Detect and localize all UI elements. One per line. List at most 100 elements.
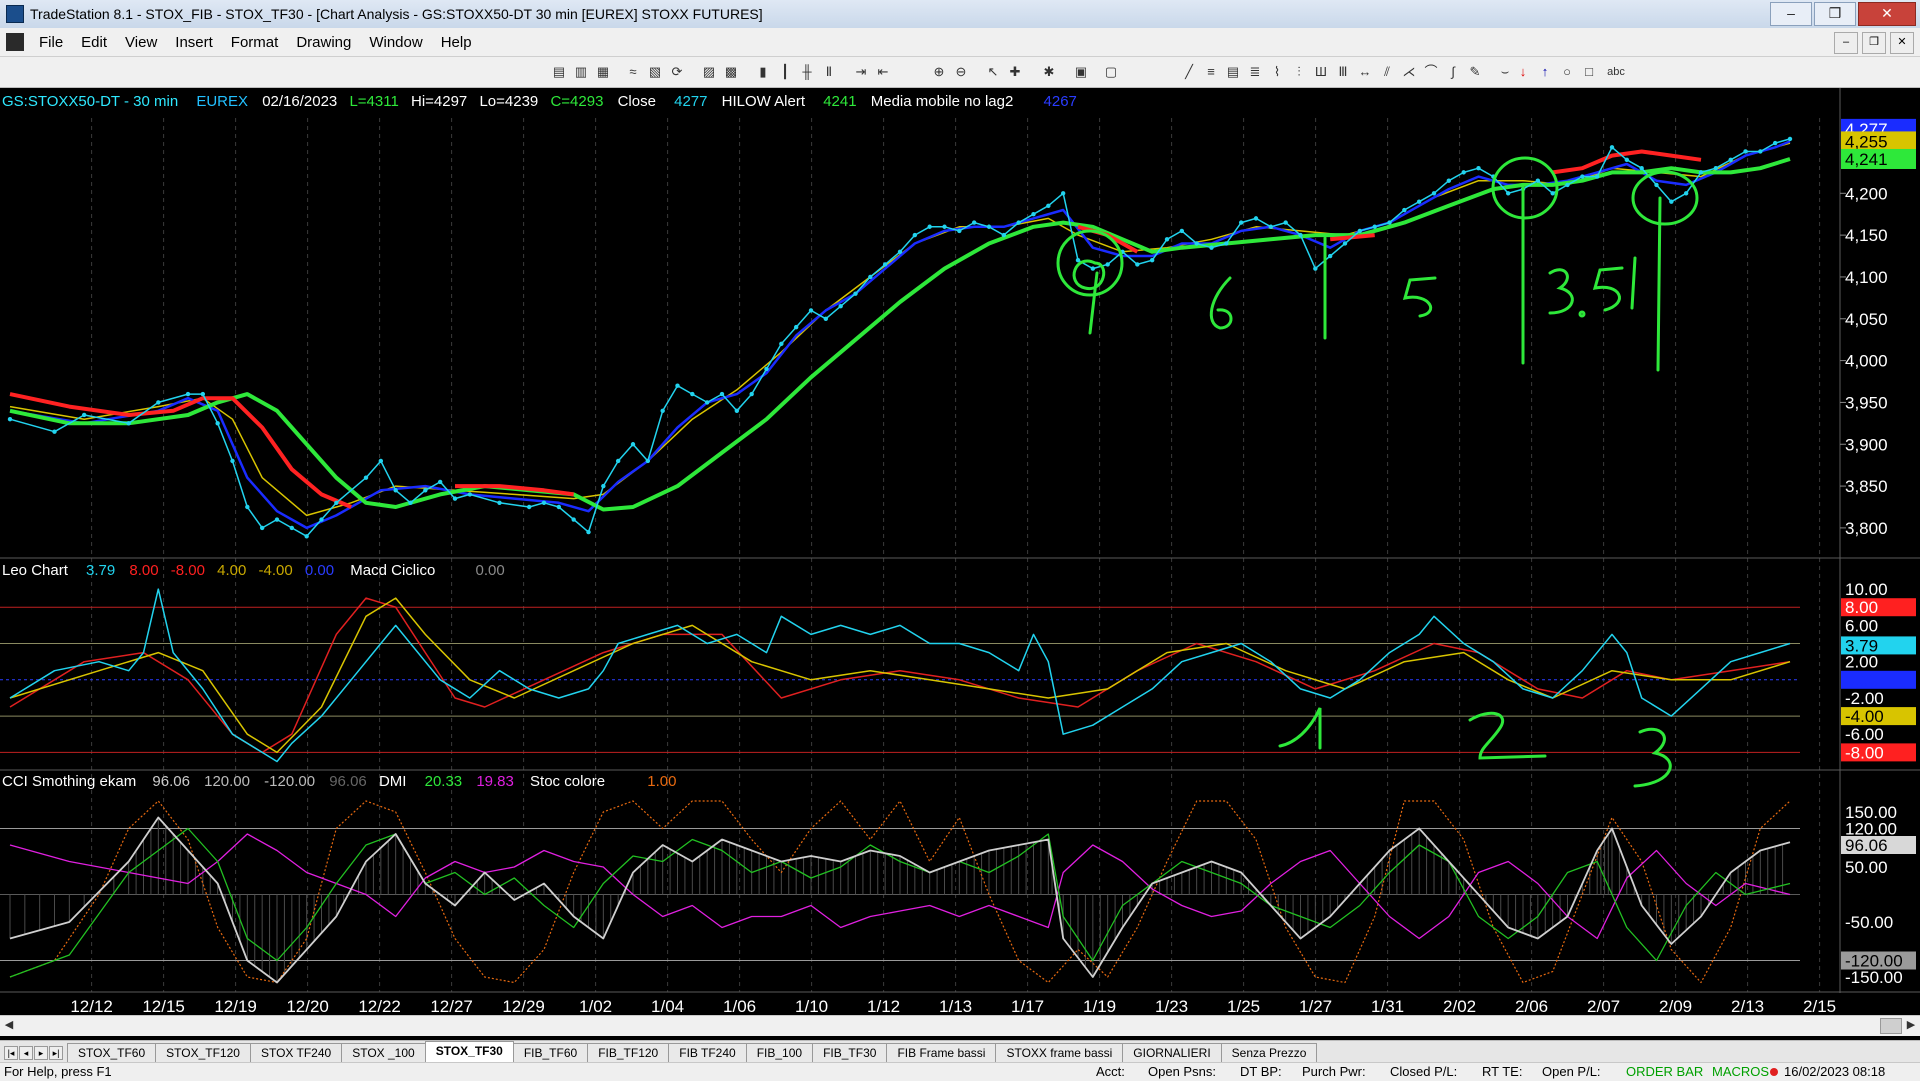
tab-fib-tf120[interactable]: FIB_TF120 bbox=[587, 1043, 670, 1062]
chart-svg[interactable]: GS:STOXX50-DT - 30 min EUREX 02/16/2023 … bbox=[0, 88, 1920, 1016]
refresh-icon[interactable]: ⟳ bbox=[668, 63, 686, 81]
crosshair-icon[interactable]: ✚ bbox=[1006, 63, 1024, 81]
point-figure-icon[interactable]: Ⅱ bbox=[820, 63, 838, 81]
menu-drawing[interactable]: Drawing bbox=[287, 34, 360, 51]
x-tick-label: 1/25 bbox=[1227, 997, 1260, 1015]
price-point bbox=[1683, 191, 1689, 196]
insert-analysis-icon[interactable]: ≈ bbox=[624, 63, 642, 81]
pencil-icon[interactable]: ✎ bbox=[1466, 63, 1484, 81]
scroll-left-icon[interactable]: ◀ bbox=[2, 1018, 16, 1032]
cci-header: CCI Smothing ekam 96.06 120.00 -120.00 9… bbox=[2, 773, 676, 790]
menu-help[interactable]: Help bbox=[432, 34, 481, 51]
menu-window[interactable]: Window bbox=[360, 34, 431, 51]
tab-fib-tf60[interactable]: FIB_TF60 bbox=[512, 1043, 589, 1062]
scroll-right-icon[interactable]: ▶ bbox=[1904, 1018, 1918, 1032]
alert-icon[interactable]: ▣ bbox=[1072, 63, 1090, 81]
leo-value-3: 4.00 bbox=[217, 562, 246, 579]
status-order-bar[interactable]: ORDER BAR bbox=[1626, 1063, 1703, 1081]
tab-stox-tf30[interactable]: STOX_TF30 bbox=[424, 1041, 514, 1062]
tab-stox-tf120[interactable]: STOX_TF120 bbox=[155, 1043, 251, 1062]
restore-button[interactable]: ❒ bbox=[1814, 2, 1856, 26]
freehand-icon[interactable]: ∫ bbox=[1444, 63, 1462, 81]
tab-next-icon[interactable]: ▸ bbox=[34, 1046, 48, 1060]
vertical-line-icon[interactable]: Ⅲ bbox=[1334, 63, 1352, 81]
tab-navigation: |◂ ◂ ▸ ▸| bbox=[4, 1046, 63, 1060]
menu-format[interactable]: Format bbox=[222, 34, 288, 51]
text-tool-icon[interactable]: ▤ bbox=[1224, 63, 1242, 81]
insert-strategy-icon[interactable]: ▧ bbox=[646, 63, 664, 81]
mdi-restore-button[interactable]: ❐ bbox=[1862, 32, 1886, 54]
channel-icon[interactable]: Ш bbox=[1312, 63, 1330, 81]
tab-stoxx-frame-bassi[interactable]: STOXX frame bassi bbox=[995, 1043, 1124, 1062]
mdi-minimize-button[interactable]: – bbox=[1834, 32, 1858, 54]
status-macros[interactable]: MACROS bbox=[1712, 1063, 1769, 1081]
menu-edit[interactable]: Edit bbox=[72, 34, 116, 51]
tab-first-icon[interactable]: |◂ bbox=[4, 1046, 18, 1060]
price-point bbox=[719, 391, 725, 397]
pointer-icon[interactable]: ↖ bbox=[984, 63, 1002, 81]
data-window-icon[interactable]: ▦ bbox=[594, 63, 612, 81]
tab-senza-prezzo[interactable]: Senza Prezzo bbox=[1220, 1043, 1318, 1062]
down-arrow-icon[interactable]: ↓ bbox=[1514, 63, 1532, 81]
chart-area[interactable]: GS:STOXX50-DT - 30 min EUREX 02/16/2023 … bbox=[0, 88, 1920, 1033]
zoom-out-icon[interactable]: ⊖ bbox=[952, 63, 970, 81]
horizontal-scrollbar[interactable]: ◀ ▶ bbox=[0, 1015, 1920, 1036]
speed-lines-icon[interactable]: ⋌ bbox=[1400, 63, 1418, 81]
tab-stox-tf240[interactable]: STOX TF240 bbox=[249, 1043, 343, 1062]
arrow-lr-icon[interactable]: ↔ bbox=[1356, 63, 1374, 81]
price-point bbox=[1001, 232, 1007, 238]
trendline-icon[interactable]: ╱ bbox=[1180, 63, 1198, 81]
candlestick-icon[interactable]: ▮ bbox=[754, 63, 772, 81]
y-tick-label: 3,800 bbox=[1845, 519, 1888, 538]
price-point bbox=[1031, 212, 1036, 217]
arc-icon[interactable]: ⌒ bbox=[1422, 63, 1440, 81]
zoom-out-bars-icon[interactable]: ⇤ bbox=[874, 63, 892, 81]
horizontal-line-icon[interactable]: ≡ bbox=[1202, 63, 1220, 81]
price-point bbox=[1416, 199, 1422, 204]
tab-fib-tf30[interactable]: FIB_TF30 bbox=[812, 1043, 888, 1062]
up-arrow-icon[interactable]: ↑ bbox=[1536, 63, 1554, 81]
menu-insert[interactable]: Insert bbox=[166, 34, 222, 51]
andrews-pitchfork-icon[interactable]: ⫶ bbox=[1290, 63, 1308, 81]
document-icon[interactable] bbox=[6, 33, 24, 51]
status-datetime: 16/02/2023 08:18 bbox=[1784, 1064, 1886, 1079]
text-label-icon[interactable]: abc bbox=[1604, 63, 1628, 81]
scroll-thumb[interactable] bbox=[1880, 1018, 1902, 1034]
price-point bbox=[1283, 220, 1288, 225]
menu-file[interactable]: File bbox=[30, 34, 72, 51]
tab-stox-tf60[interactable]: STOX_TF60 bbox=[67, 1043, 157, 1062]
chart-style-icon[interactable]: ▨ bbox=[700, 63, 718, 81]
rectangle-icon[interactable]: □ bbox=[1580, 63, 1598, 81]
tab-prev-icon[interactable]: ◂ bbox=[19, 1046, 33, 1060]
tab-fib-tf240[interactable]: FIB TF240 bbox=[668, 1043, 747, 1062]
tab-fib-100[interactable]: FIB_100 bbox=[745, 1043, 814, 1062]
fibonacci-icon[interactable]: ≣ bbox=[1246, 63, 1264, 81]
parallel-lines-icon[interactable]: ⫽ bbox=[1378, 63, 1396, 81]
bar-chart-icon[interactable]: ▩ bbox=[722, 63, 740, 81]
format-data-icon[interactable]: ▥ bbox=[572, 63, 590, 81]
zoom-in-icon[interactable]: ⊕ bbox=[930, 63, 948, 81]
close-button[interactable]: ✕ bbox=[1858, 2, 1916, 26]
minimize-button[interactable]: – bbox=[1770, 2, 1812, 26]
ellipse-icon[interactable]: ○ bbox=[1558, 63, 1576, 81]
zoom-in-bars-icon[interactable]: ⇥ bbox=[852, 63, 870, 81]
x-tick-label: 1/17 bbox=[1011, 997, 1044, 1015]
format-window-icon[interactable]: ▤ bbox=[550, 63, 568, 81]
menu-view[interactable]: View bbox=[116, 34, 166, 51]
price-point bbox=[52, 429, 57, 434]
options-icon[interactable]: ▢ bbox=[1102, 63, 1120, 81]
price-point bbox=[408, 500, 413, 506]
tab-fib-frame-bassi[interactable]: FIB Frame bassi bbox=[886, 1043, 997, 1062]
mdi-close-button[interactable]: ✕ bbox=[1890, 32, 1914, 54]
gann-fan-icon[interactable]: ⌇ bbox=[1268, 63, 1286, 81]
line-chart-icon[interactable]: ╫ bbox=[798, 63, 816, 81]
header-close-label: Close bbox=[618, 93, 656, 110]
x-tick-label: 1/12 bbox=[867, 997, 900, 1015]
tab-stox-100[interactable]: STOX _100 bbox=[341, 1043, 426, 1062]
curve-icon[interactable]: ⌣ bbox=[1496, 63, 1514, 81]
ohlc-icon[interactable]: ┃ bbox=[776, 63, 794, 81]
y-tick-label: 4,100 bbox=[1845, 268, 1888, 287]
tools-icon[interactable]: ✱ bbox=[1040, 63, 1058, 81]
tab-last-icon[interactable]: ▸| bbox=[49, 1046, 63, 1060]
tab-giornalieri[interactable]: GIORNALIERI bbox=[1122, 1043, 1222, 1062]
